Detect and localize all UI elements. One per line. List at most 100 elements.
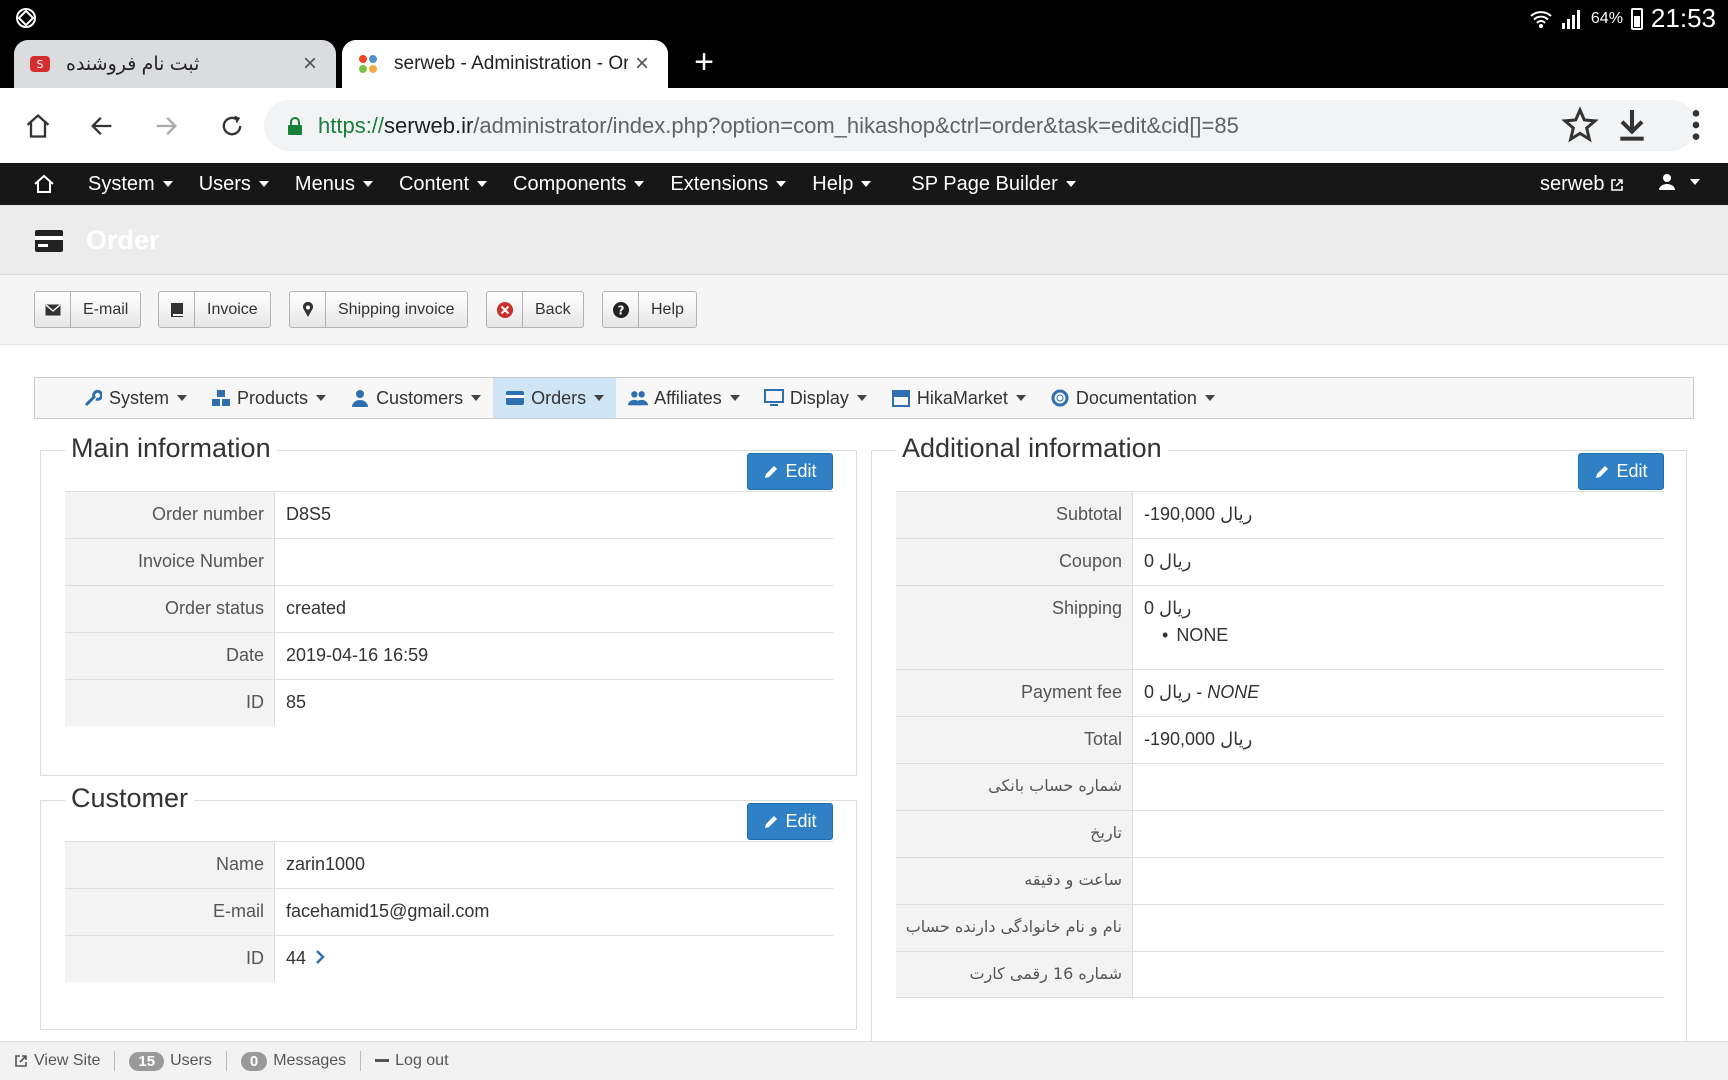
arrow-right-icon bbox=[156, 117, 177, 135]
main-information-panel: Main information Edit Order number D8S5 I… bbox=[40, 433, 857, 776]
admin-top-menu: System Users Menus Content Components Ex… bbox=[0, 163, 1728, 205]
tab-title: serweb - Administration - Order bbox=[394, 53, 628, 74]
hika-menu-affiliates[interactable]: Affiliates bbox=[616, 378, 752, 418]
table-row: Invoice Number bbox=[65, 538, 833, 585]
table-row: Shipping 0 ریالNONE bbox=[896, 585, 1664, 669]
admin-home-icon[interactable] bbox=[32, 172, 56, 196]
more-menu-icon[interactable] bbox=[1676, 105, 1716, 145]
close-tab-icon[interactable]: × bbox=[628, 50, 656, 78]
forward-nav-button[interactable] bbox=[146, 106, 186, 146]
close-tab-icon[interactable]: × bbox=[296, 50, 324, 78]
menu-help[interactable]: Help bbox=[812, 173, 872, 196]
reload-icon bbox=[222, 115, 242, 136]
main-info-table: Order number D8S5 Invoice Number Order st… bbox=[65, 491, 833, 726]
reload-button[interactable] bbox=[212, 106, 252, 146]
additional-information-title: Additional information bbox=[896, 433, 1168, 464]
table-row: تاریخ bbox=[896, 810, 1664, 857]
table-row: ID 44 bbox=[65, 935, 833, 982]
view-site-link[interactable]: View Site bbox=[0, 1051, 116, 1071]
table-row: Order status created bbox=[65, 585, 833, 632]
menu-components[interactable]: Components bbox=[513, 173, 645, 196]
svg-text:?: ? bbox=[617, 303, 624, 317]
home-button[interactable] bbox=[18, 106, 58, 146]
menu-menus[interactable]: Menus bbox=[295, 173, 373, 196]
invoice-button[interactable]: Invoice bbox=[158, 291, 271, 328]
table-row: Coupon 0 ریال bbox=[896, 538, 1664, 585]
admin-status-bar: View Site 15 Users 0 Messages Log out bbox=[0, 1041, 1728, 1080]
customer-id-link[interactable]: 44 bbox=[275, 936, 325, 982]
table-row: Order number D8S5 bbox=[65, 491, 833, 538]
tab-administration-order[interactable]: serweb - Administration - Order × bbox=[342, 40, 668, 88]
tab-seller-registration[interactable]: S ثبت نام فروشنده × bbox=[14, 40, 336, 88]
hika-menu-products[interactable]: Products bbox=[199, 378, 338, 418]
email-button[interactable]: E-mail bbox=[34, 291, 142, 328]
edit-main-info-button[interactable]: Edit bbox=[747, 453, 833, 490]
logout-link[interactable]: Log out bbox=[361, 1051, 462, 1071]
cubes-icon bbox=[211, 388, 231, 408]
payment-method: NONE bbox=[1207, 682, 1260, 702]
site-favicon-icon: S bbox=[28, 52, 52, 76]
hika-menu-system[interactable]: System bbox=[71, 378, 199, 418]
cancel-circle-icon bbox=[487, 292, 523, 327]
credit-card-icon bbox=[35, 230, 63, 252]
hikashop-menu: System Products Customers Orders Affilia… bbox=[34, 377, 1694, 419]
table-row: Name zarin1000 bbox=[65, 841, 833, 888]
screen-rotation-icon bbox=[16, 8, 36, 28]
shipping-invoice-button[interactable]: Shipping invoice bbox=[289, 291, 468, 328]
messages-count-badge: 0 bbox=[240, 1051, 268, 1071]
users-icon bbox=[628, 388, 649, 408]
help-button[interactable]: ? Help bbox=[602, 291, 697, 328]
menu-sp-page-builder[interactable]: SP Page Builder bbox=[911, 173, 1076, 196]
edit-customer-button[interactable]: Edit bbox=[747, 803, 833, 840]
table-row: نام و نام خانوادگی دارنده حساب bbox=[896, 904, 1664, 951]
hika-menu-documentation[interactable]: Documentation bbox=[1038, 378, 1227, 418]
back-button[interactable]: Back bbox=[486, 291, 584, 328]
download-icon[interactable] bbox=[1612, 105, 1652, 145]
users-online-link[interactable]: 15 Users bbox=[115, 1051, 227, 1071]
hika-menu-customers[interactable]: Customers bbox=[338, 378, 493, 418]
life-ring-icon bbox=[1050, 388, 1070, 408]
page-title: Order bbox=[86, 225, 160, 255]
menu-system[interactable]: System bbox=[88, 173, 173, 196]
user-menu[interactable] bbox=[1658, 173, 1700, 191]
new-tab-plus-icon[interactable]: + bbox=[688, 45, 720, 79]
hika-menu-display[interactable]: Display bbox=[752, 378, 879, 418]
external-link-icon bbox=[1611, 178, 1624, 191]
browser-toolbar: https://serweb.ir/administrator/index.ph… bbox=[0, 88, 1728, 163]
hika-menu-hikamarket[interactable]: HikaMarket bbox=[879, 378, 1038, 418]
hika-menu-orders[interactable]: Orders bbox=[493, 378, 617, 418]
table-row: ID 85 bbox=[65, 679, 833, 726]
customer-table: Name zarin1000 E-mail facehamid15@gmail.co… bbox=[65, 841, 833, 982]
credit-card-icon bbox=[505, 388, 525, 408]
wifi-icon bbox=[1530, 10, 1552, 28]
external-link-icon bbox=[15, 1055, 27, 1067]
back-nav-button[interactable] bbox=[82, 106, 122, 146]
table-row: E-mail facehamid15@gmail.com bbox=[65, 888, 833, 935]
envelope-icon bbox=[35, 292, 71, 327]
view-site-user-link[interactable]: serweb bbox=[1540, 173, 1624, 196]
page-header: Order bbox=[0, 205, 1728, 275]
customer-title: Customer bbox=[65, 783, 195, 814]
wrench-icon bbox=[83, 388, 103, 408]
address-bar[interactable]: https://serweb.ir/administrator/index.ph… bbox=[264, 100, 1696, 151]
book-icon bbox=[159, 292, 195, 327]
menu-extensions[interactable]: Extensions bbox=[670, 173, 787, 196]
pencil-icon bbox=[765, 465, 778, 478]
table-row: Date 2019-04-16 16:59 bbox=[65, 632, 833, 679]
pencil-icon bbox=[765, 815, 778, 828]
edit-additional-info-button[interactable]: Edit bbox=[1578, 453, 1664, 490]
menu-content[interactable]: Content bbox=[399, 173, 488, 196]
battery-percent: 64% bbox=[1590, 9, 1623, 27]
home-icon bbox=[26, 113, 50, 138]
arrow-left-icon bbox=[91, 117, 112, 135]
user-icon bbox=[350, 388, 370, 408]
action-toolbar: E-mail Invoice Shipping invoice Back ? H… bbox=[0, 275, 1728, 345]
menu-users[interactable]: Users bbox=[199, 173, 269, 196]
table-row: Subtotal -190,000 ریال bbox=[896, 491, 1664, 538]
shipping-method: NONE bbox=[1162, 625, 1228, 646]
users-count-badge: 15 bbox=[129, 1051, 165, 1071]
lock-icon bbox=[288, 116, 302, 135]
messages-link[interactable]: 0 Messages bbox=[227, 1051, 362, 1071]
bookmark-star-icon[interactable] bbox=[1560, 105, 1600, 145]
table-row: Total -190,000 ریال bbox=[896, 716, 1664, 763]
